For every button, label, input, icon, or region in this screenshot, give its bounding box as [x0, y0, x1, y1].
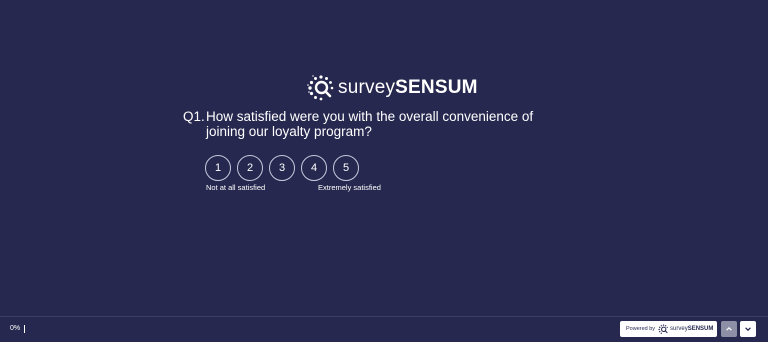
scale-high-label: Extremely satisfied: [318, 183, 381, 192]
logo-wordmark: surveySENSUM: [338, 74, 478, 102]
progress-bar: [24, 325, 25, 333]
surveysensum-badge-icon: [658, 323, 668, 334]
rating-option-3[interactable]: 3: [269, 155, 295, 181]
chevron-up-icon: [726, 327, 732, 331]
powered-by-badge[interactable]: Powered by surveySENSUM: [620, 321, 717, 337]
surveysensum-logo-icon: [307, 75, 334, 101]
logo-wordmark-light: survey: [338, 77, 396, 98]
powered-by-wordmark: surveySENSUM: [670, 326, 713, 332]
rating-scale: 1 2 3 4 5: [205, 155, 365, 181]
chevron-down-icon: [745, 327, 751, 332]
rating-option-1[interactable]: 1: [205, 155, 231, 181]
powered-by-wordmark-bold: SENSUM: [687, 326, 714, 332]
powered-by-label: Powered by: [626, 326, 656, 332]
rating-option-5[interactable]: 5: [333, 155, 359, 181]
question-number: Q1.: [183, 109, 205, 124]
scale-low-label: Not at all satisfied: [206, 183, 266, 192]
rating-option-4[interactable]: 4: [301, 155, 327, 181]
question-block: Q1. How satisfied were you with the over…: [183, 109, 573, 139]
surveysensum-logo: surveySENSUM: [307, 74, 478, 102]
rating-option-2[interactable]: 2: [237, 155, 263, 181]
question-text: How satisfied were you with the overall …: [206, 109, 534, 139]
powered-by-wordmark-light: survey: [670, 326, 688, 332]
next-question-button[interactable]: [740, 321, 756, 337]
progress-percent: 0%: [10, 325, 21, 332]
footer-bar: 0% Powered by surveySENSUM: [0, 316, 768, 342]
survey-page: surveySENSUM Q1. How satisfied were you …: [0, 0, 768, 342]
previous-question-button[interactable]: [721, 321, 737, 337]
logo-wordmark-bold: SENSUM: [395, 77, 478, 98]
